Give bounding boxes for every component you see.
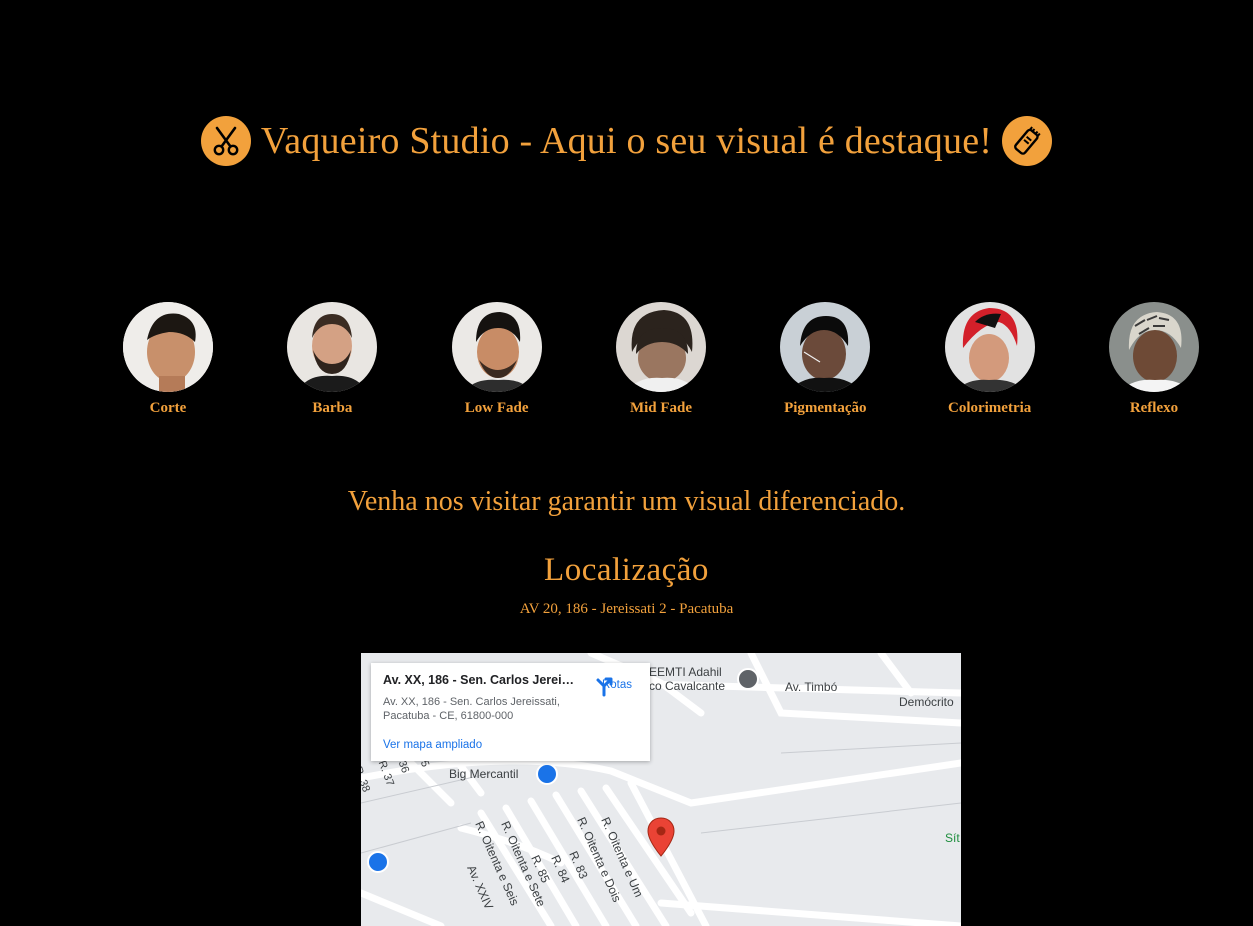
pigmentation-photo[interactable]: [780, 302, 871, 392]
service-item-mid-fade[interactable]: Mid Fade: [579, 302, 743, 422]
services-list: Corte Barba Low Fade Mid Fade Pigmentaçã…: [86, 302, 1236, 422]
directions-button[interactable]: Rotas: [593, 675, 641, 715]
service-label: Barba: [312, 400, 353, 416]
service-item-corte[interactable]: Corte: [86, 302, 250, 422]
map-label-school2: co Cavalcante: [649, 679, 726, 693]
service-item-barba[interactable]: Barba: [250, 302, 414, 422]
map-label-school: EEMTI Adahil: [649, 665, 722, 679]
haircut-photo[interactable]: [123, 302, 213, 392]
beard-photo[interactable]: [287, 302, 378, 392]
service-label: Mid Fade: [629, 400, 693, 416]
service-label: Low Fade: [464, 400, 529, 416]
map-label-democrito: Demócrito: [899, 695, 954, 709]
tagline: Venha nos visitar garantir um visual dif…: [347, 486, 906, 517]
service-item-low-fade[interactable]: Low Fade: [415, 302, 579, 422]
service-item-pigmentacao[interactable]: Pigmentação: [743, 302, 907, 422]
larger-map-link[interactable]: Ver mapa ampliado: [383, 739, 482, 751]
shopping-cart-icon: [536, 763, 558, 785]
map-label-timbo: Av. Timbó: [785, 680, 838, 694]
colorimetry-photo[interactable]: [944, 302, 1035, 392]
service-label: Pigmentação: [784, 400, 867, 416]
scissors-icon: [200, 116, 251, 166]
highlights-photo[interactable]: [1108, 302, 1199, 392]
map-info-card: Av. XX, 186 - Sen. Carlos Jerei… Av. XX,…: [371, 663, 650, 761]
directions-icon: [596, 677, 613, 697]
map-label-sitio: Sít: [945, 831, 960, 845]
google-map[interactable]: EEMTI Adahil co Cavalcante Av. Timbó Dem…: [361, 653, 961, 926]
service-item-colorimetria[interactable]: Colorimetria: [908, 302, 1072, 422]
service-label: Reflexo: [1129, 400, 1179, 416]
page-header: Vaqueiro Studio - Aqui o seu visual é de…: [0, 110, 1253, 172]
location-address: AV 20, 186 - Jereissati 2 - Pacatuba: [519, 601, 734, 617]
card-address: Av. XX, 186 - Sen. Carlos Jereissati, Pa…: [383, 696, 560, 722]
mid-fade-photo[interactable]: [615, 302, 706, 392]
low-fade-photo[interactable]: [451, 302, 542, 392]
card-title: Av. XX, 186 - Sen. Carlos Jerei…: [383, 673, 575, 687]
page-title: Vaqueiro Studio - Aqui o seu visual é de…: [260, 120, 993, 162]
service-label: Colorimetria: [947, 400, 1032, 416]
shopping-cart-icon: [367, 851, 389, 873]
map-label-market: Big Mercantil: [449, 767, 519, 781]
location-title: Localização: [544, 552, 709, 588]
service-label: Corte: [149, 400, 187, 416]
service-item-reflexo[interactable]: Reflexo: [1072, 302, 1236, 422]
hair-clipper-icon: [1002, 116, 1053, 166]
school-icon: [737, 668, 759, 690]
